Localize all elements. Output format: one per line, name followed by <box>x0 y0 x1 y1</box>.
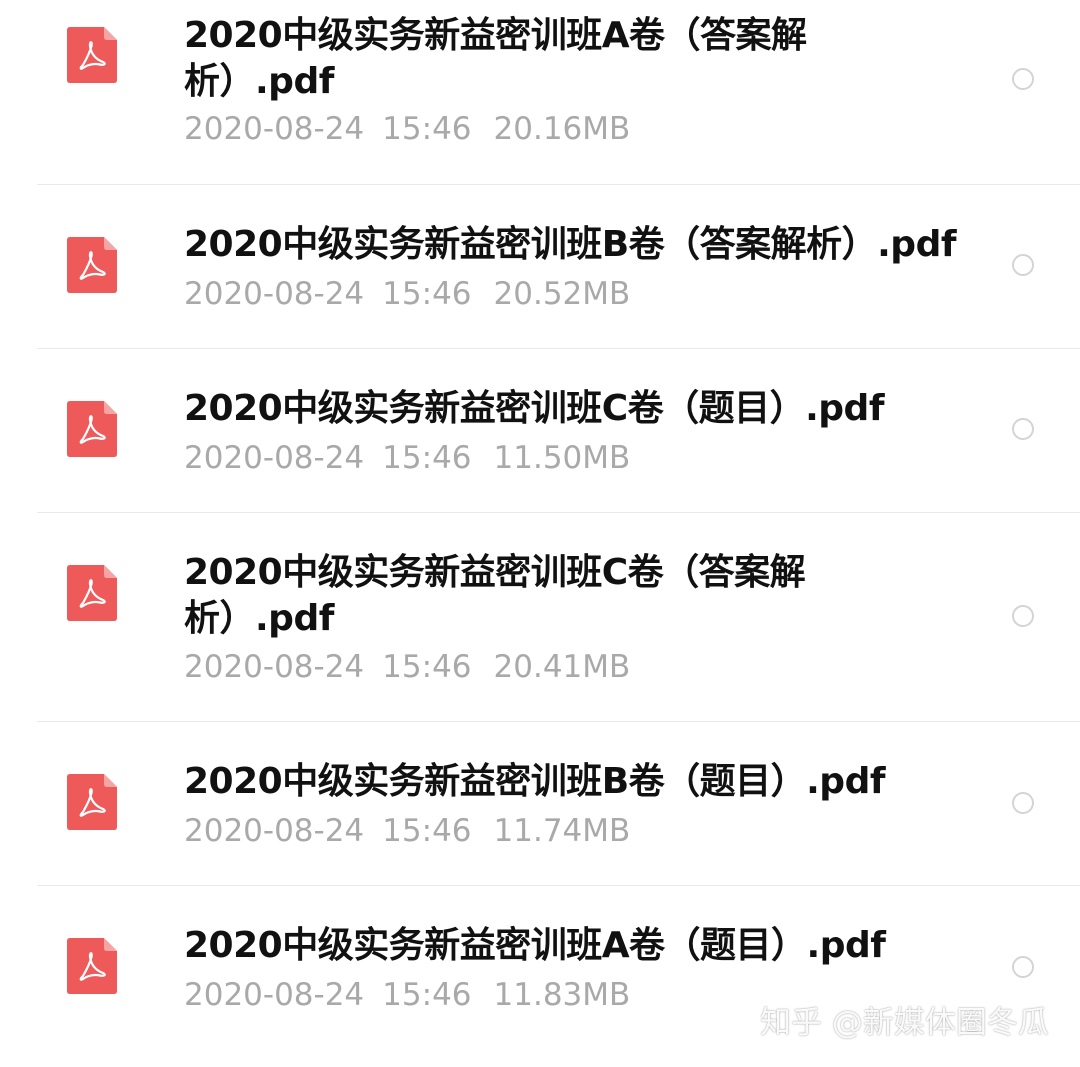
file-time: 15:46 <box>382 111 472 147</box>
file-name: 2020中级实务新益密训班A卷（题目）.pdf <box>184 925 886 966</box>
file-time: 15:46 <box>382 813 472 849</box>
select-radio[interactable] <box>1012 68 1034 90</box>
file-date: 2020-08-24 <box>184 440 365 476</box>
file-row[interactable]: 2020中级实务新益密训班C卷（题目）.pdf 2020-08-24 15:46 1… <box>0 349 1080 512</box>
pdf-icon <box>67 938 117 994</box>
file-date: 2020-08-24 <box>184 111 365 147</box>
select-radio[interactable] <box>1012 254 1034 276</box>
file-meta: 2020-08-24 15:46 11.50MB <box>184 440 630 476</box>
file-date: 2020-08-24 <box>184 977 365 1013</box>
file-name: 2020中级实务新益密训班B卷（答案解析）.pdf <box>184 224 957 265</box>
file-date: 2020-08-24 <box>184 813 365 849</box>
watermark: 知乎 @新媒体圈冬瓜 <box>760 1005 1049 1041</box>
file-name: 2020中级实务新益密训班C卷（题目）.pdf <box>184 388 885 429</box>
file-size: 11.50MB <box>493 440 631 476</box>
file-row[interactable]: 2020中级实务新益密训班B卷（题目）.pdf 2020-08-24 15:46 1… <box>0 722 1080 885</box>
file-size: 20.41MB <box>493 649 631 685</box>
file-time: 15:46 <box>382 440 472 476</box>
file-time: 15:46 <box>382 977 472 1013</box>
file-meta: 2020-08-24 15:46 20.52MB <box>184 276 630 312</box>
file-time: 15:46 <box>382 276 472 312</box>
file-meta: 2020-08-24 15:46 11.83MB <box>184 977 630 1013</box>
file-name: 2020中级实务新益密训班C卷（答案解析）.pdf <box>184 552 806 639</box>
pdf-icon <box>67 27 117 83</box>
file-date: 2020-08-24 <box>184 276 365 312</box>
pdf-icon <box>67 401 117 457</box>
file-time: 15:46 <box>382 649 472 685</box>
file-date: 2020-08-24 <box>184 649 365 685</box>
file-meta: 2020-08-24 15:46 11.74MB <box>184 813 630 849</box>
file-size: 11.74MB <box>493 813 631 849</box>
select-radio[interactable] <box>1012 605 1034 627</box>
select-radio[interactable] <box>1012 956 1034 978</box>
file-size: 11.83MB <box>493 977 631 1013</box>
file-name: 2020中级实务新益密训班A卷（答案解析）.pdf <box>184 15 807 102</box>
select-radio[interactable] <box>1012 418 1034 440</box>
file-meta: 2020-08-24 15:46 20.41MB <box>184 649 630 685</box>
pdf-icon <box>67 237 117 293</box>
file-size: 20.16MB <box>493 111 631 147</box>
select-radio[interactable] <box>1012 792 1034 814</box>
file-row[interactable]: 2020中级实务新益密训班B卷（答案解析）.pdf 2020-08-24 15:4… <box>0 185 1080 348</box>
file-size: 20.52MB <box>493 276 631 312</box>
pdf-icon <box>67 565 117 621</box>
file-row[interactable]: 2020中级实务新益密训班C卷（答案解析）.pdf 2020-08-24 15:4… <box>0 513 1080 721</box>
file-name: 2020中级实务新益密训班B卷（题目）.pdf <box>184 761 886 802</box>
pdf-icon <box>67 774 117 830</box>
file-row[interactable]: 2020中级实务新益密训班A卷（答案解析）.pdf 2020-08-24 15:4… <box>0 0 1080 184</box>
file-meta: 2020-08-24 15:46 20.16MB <box>184 111 630 147</box>
